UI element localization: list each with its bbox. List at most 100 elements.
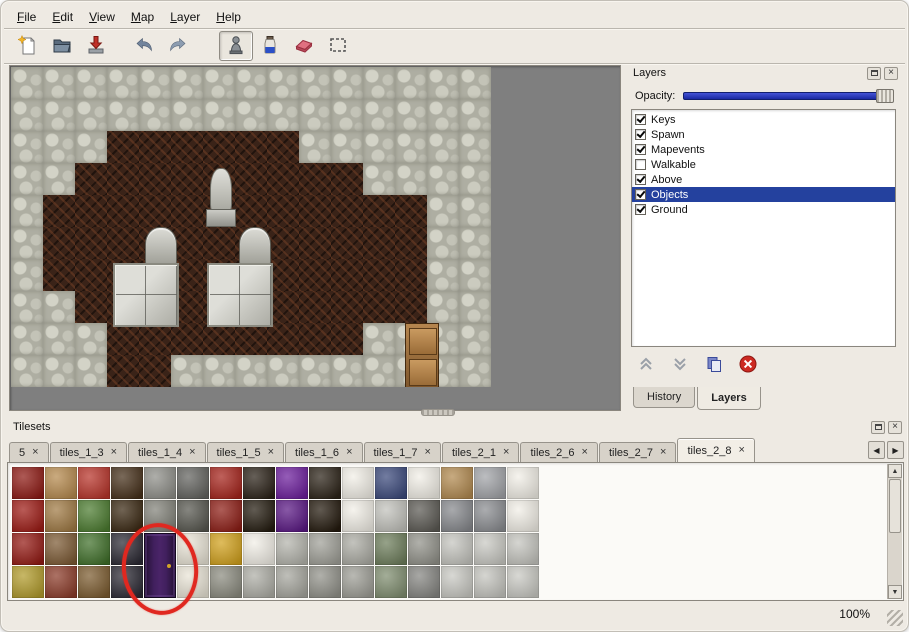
floor-tile[interactable]	[331, 163, 363, 195]
tileset-tile[interactable]	[375, 566, 407, 598]
tileset-tile[interactable]	[45, 566, 77, 598]
scroll-tabs-left-button[interactable]: ◀	[868, 441, 885, 459]
floor-tile[interactable]	[363, 195, 395, 227]
floor-tile[interactable]	[363, 259, 395, 291]
tab-close-icon[interactable]: ×	[111, 447, 117, 458]
wall-tile[interactable]	[395, 67, 427, 99]
tileset-tile[interactable]	[375, 500, 407, 532]
float-panel-button[interactable]	[867, 67, 881, 80]
layer-visibility-checkbox[interactable]	[635, 189, 646, 200]
wall-tile[interactable]	[11, 259, 43, 291]
tileset-tile[interactable]	[408, 566, 440, 598]
floor-tile[interactable]	[75, 227, 107, 259]
tab-close-icon[interactable]: ×	[32, 447, 38, 458]
wall-tile[interactable]	[427, 195, 459, 227]
scroll-down-button[interactable]: ▼	[888, 585, 902, 599]
tileset-tile[interactable]	[309, 533, 341, 565]
undo-button[interactable]	[127, 31, 161, 61]
wall-tile[interactable]	[75, 67, 107, 99]
tileset-tile[interactable]	[474, 500, 506, 532]
tileset-tab-tiles_2_1[interactable]: tiles_2_1×	[442, 442, 519, 462]
open-file-button[interactable]	[45, 31, 79, 61]
wall-tile[interactable]	[75, 131, 107, 163]
wall-tile[interactable]	[427, 291, 459, 323]
scroll-up-button[interactable]: ▲	[888, 464, 902, 478]
menu-file[interactable]: File	[9, 8, 44, 26]
tab-close-icon[interactable]: ×	[738, 445, 744, 456]
wall-tile[interactable]	[43, 323, 75, 355]
floor-tile[interactable]	[107, 163, 139, 195]
wall-tile[interactable]	[459, 163, 491, 195]
wall-tile[interactable]	[11, 323, 43, 355]
tileset-tile[interactable]	[474, 566, 506, 598]
wall-tile[interactable]	[459, 291, 491, 323]
new-file-button[interactable]	[11, 31, 45, 61]
layer-visibility-checkbox[interactable]	[635, 174, 646, 185]
tileset-tile[interactable]	[177, 500, 209, 532]
opacity-slider[interactable]	[683, 88, 894, 104]
floor-tile[interactable]	[299, 291, 331, 323]
floor-tile[interactable]	[235, 163, 267, 195]
wall-tile[interactable]	[363, 67, 395, 99]
tileset-tile[interactable]	[408, 500, 440, 532]
floor-tile[interactable]	[171, 131, 203, 163]
tileset-tile[interactable]	[78, 500, 110, 532]
floor-tile[interactable]	[43, 195, 75, 227]
floor-tile[interactable]	[171, 163, 203, 195]
floor-tile[interactable]	[43, 227, 75, 259]
floor-tile[interactable]	[331, 259, 363, 291]
layer-row-mapevents[interactable]: Mapevents	[632, 142, 895, 157]
move-layer-up-button[interactable]	[635, 354, 657, 376]
tileset-tile[interactable]	[243, 566, 275, 598]
tileset-tile[interactable]	[441, 467, 473, 499]
tileset-scrollbar[interactable]: ▲ ▼	[887, 464, 902, 599]
floor-tile[interactable]	[139, 131, 171, 163]
tileset-tile[interactable]	[111, 500, 143, 532]
floor-tile[interactable]	[139, 163, 171, 195]
tileset-tile[interactable]	[276, 467, 308, 499]
tileset-tile[interactable]	[309, 467, 341, 499]
floor-tile[interactable]	[107, 323, 139, 355]
tileset-tile[interactable]	[12, 533, 44, 565]
wall-tile[interactable]	[299, 131, 331, 163]
wall-tile[interactable]	[363, 163, 395, 195]
duplicate-layer-button[interactable]	[703, 354, 725, 376]
floor-tile[interactable]	[171, 323, 203, 355]
tileset-tab-tiles_1_6[interactable]: tiles_1_6×	[285, 442, 362, 462]
tileset-tile[interactable]	[243, 533, 275, 565]
tileset-tile[interactable]	[243, 500, 275, 532]
wall-tile[interactable]	[75, 355, 107, 387]
floor-tile[interactable]	[363, 227, 395, 259]
wall-tile[interactable]	[395, 163, 427, 195]
floor-tile[interactable]	[235, 323, 267, 355]
tileset-tile[interactable]	[441, 533, 473, 565]
delete-layer-button[interactable]	[737, 354, 759, 376]
wall-tile[interactable]	[267, 99, 299, 131]
tileset-tab-tiles_1_3[interactable]: tiles_1_3×	[50, 442, 127, 462]
floor-tile[interactable]	[107, 355, 139, 387]
save-button[interactable]	[79, 31, 113, 61]
layer-row-objects[interactable]: Objects	[632, 187, 895, 202]
tab-close-icon[interactable]: ×	[660, 447, 666, 458]
splitter-grip[interactable]	[421, 409, 455, 416]
tileset-tile[interactable]	[342, 533, 374, 565]
wall-tile[interactable]	[139, 67, 171, 99]
tileset-tile[interactable]	[408, 533, 440, 565]
wall-tile[interactable]	[107, 67, 139, 99]
tileset-tile[interactable]	[342, 500, 374, 532]
floor-tile[interactable]	[267, 323, 299, 355]
wall-tile[interactable]	[203, 99, 235, 131]
tileset-tile[interactable]	[507, 566, 539, 598]
tileset-tile[interactable]	[441, 500, 473, 532]
layer-row-ground[interactable]: Ground	[632, 202, 895, 217]
floor-tile[interactable]	[331, 195, 363, 227]
close-panel-button[interactable]: ×	[888, 421, 902, 434]
layer-visibility-checkbox[interactable]	[635, 114, 646, 125]
tileset-tab-tiles_1_4[interactable]: tiles_1_4×	[128, 442, 205, 462]
map-object-tombstone[interactable]	[145, 227, 177, 265]
floor-tile[interactable]	[107, 195, 139, 227]
wall-tile[interactable]	[363, 131, 395, 163]
tileset-tab-tiles_2_6[interactable]: tiles_2_6×	[520, 442, 597, 462]
wall-tile[interactable]	[363, 355, 395, 387]
floor-tile[interactable]	[299, 259, 331, 291]
